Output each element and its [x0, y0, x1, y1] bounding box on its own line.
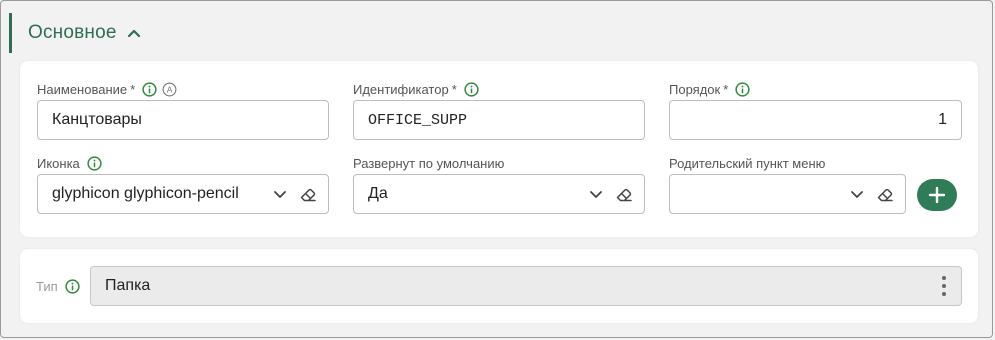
chevron-up-icon	[127, 29, 140, 38]
eraser-icon[interactable]	[298, 184, 318, 204]
type-value: Папка	[105, 277, 151, 294]
icon-label-row: Иконка	[37, 154, 102, 172]
svg-text:A: A	[167, 84, 173, 94]
type-label: Тип	[36, 279, 58, 294]
order-input[interactable]: 1	[669, 100, 962, 140]
parent-label: Родительский пункт меню	[669, 155, 826, 171]
order-value: 1	[938, 111, 947, 128]
add-parent-button[interactable]	[917, 179, 957, 211]
section-header[interactable]: Основное	[9, 13, 141, 53]
section-title: Основное	[28, 22, 117, 43]
order-label: Порядок	[669, 81, 721, 97]
identifier-value: OFFICE_SUPP	[368, 111, 468, 129]
order-label-row: Порядок *	[669, 80, 750, 98]
expanded-label: Развернут по умолчанию	[353, 155, 505, 171]
identifier-input[interactable]: OFFICE_SUPP	[353, 100, 645, 140]
icon-select[interactable]: glyphicon glyphicon-pencil	[37, 174, 329, 214]
info-icon[interactable]	[735, 81, 750, 97]
info-icon[interactable]	[142, 81, 157, 97]
info-icon[interactable]	[87, 155, 102, 171]
expanded-value: Да	[368, 185, 388, 202]
type-field[interactable]: Папка	[90, 266, 962, 306]
identifier-label-row: Идентификатор *	[353, 80, 479, 98]
name-input[interactable]: Канцтовары	[37, 100, 329, 140]
info-icon[interactable]	[464, 81, 479, 97]
kebab-menu-icon[interactable]	[941, 275, 947, 297]
plus-icon	[928, 186, 946, 204]
required-mark: *	[723, 81, 729, 97]
auto-a-icon[interactable]: A	[162, 82, 177, 97]
eraser-icon[interactable]	[614, 184, 634, 204]
main-fields-card: Наименование * A Канцтовары Идентификато…	[20, 61, 978, 237]
icon-value: glyphicon glyphicon-pencil	[52, 185, 239, 202]
chevron-down-icon[interactable]	[586, 184, 606, 204]
info-icon[interactable]	[65, 279, 80, 294]
required-mark: *	[130, 81, 136, 97]
name-value: Канцтовары	[52, 111, 142, 128]
chevron-down-icon[interactable]	[270, 184, 290, 204]
parent-label-row: Родительский пункт меню	[669, 154, 825, 172]
main-panel: Основное Наименование * A Канцтовары Иде…	[0, 0, 993, 338]
name-field-label-row: Наименование * A	[37, 80, 177, 98]
type-card: Тип Папка	[20, 249, 978, 323]
expanded-label-row: Развернут по умолчанию	[353, 154, 504, 172]
chevron-down-icon[interactable]	[847, 184, 867, 204]
required-mark: *	[451, 81, 457, 97]
name-label: Наименование	[37, 81, 128, 97]
parent-select[interactable]	[669, 174, 906, 214]
icon-label: Иконка	[37, 155, 80, 171]
eraser-icon[interactable]	[875, 184, 895, 204]
expanded-select[interactable]: Да	[353, 174, 645, 214]
type-label-row: Тип	[36, 279, 80, 294]
identifier-label: Идентификатор	[353, 81, 449, 97]
